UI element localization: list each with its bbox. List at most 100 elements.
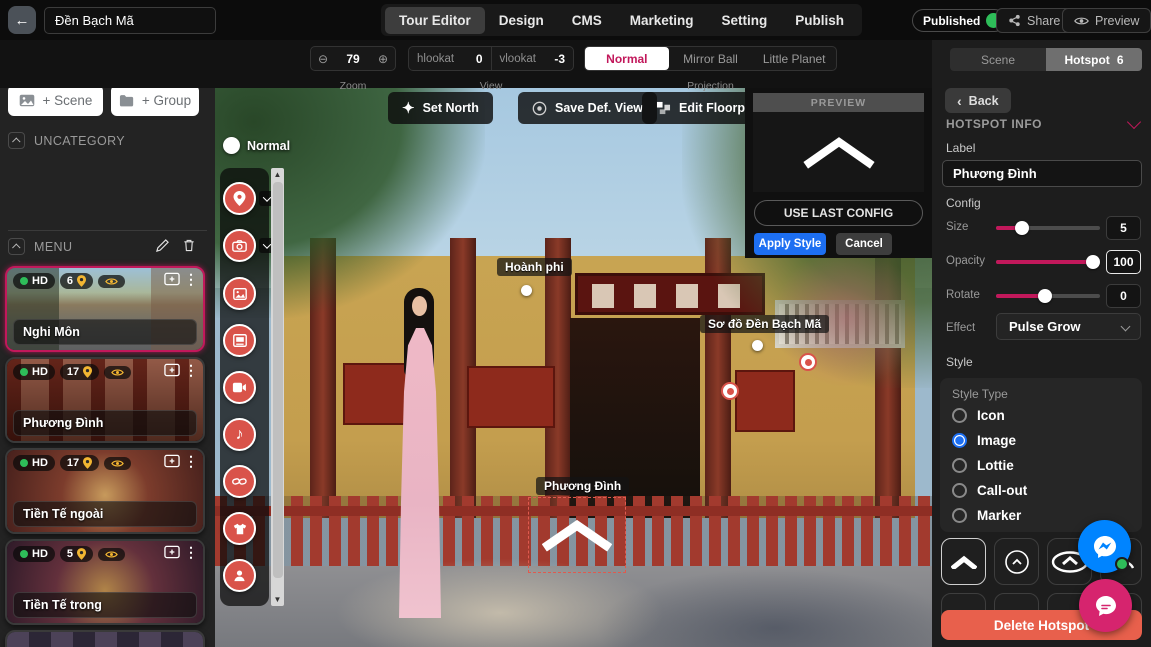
zoom-out-icon[interactable]: ⊖ — [311, 52, 335, 66]
projection-mirror-ball[interactable]: Mirror Ball — [669, 47, 753, 70]
hotspot-dot[interactable] — [752, 340, 763, 351]
chat-bubble-icon — [1092, 592, 1120, 620]
rotate-slider[interactable] — [996, 294, 1100, 298]
tab-setting[interactable]: Setting — [708, 7, 782, 34]
scene-card-partial[interactable] — [5, 630, 205, 647]
published-toggle[interactable]: Published — [912, 9, 1006, 32]
tab-scene[interactable]: Scene — [950, 48, 1046, 71]
tab-tour-editor[interactable]: Tour Editor — [385, 7, 485, 34]
set-cover-icon[interactable] — [164, 363, 180, 377]
scrollbar-thumb[interactable] — [273, 182, 283, 578]
set-cover-icon[interactable] — [164, 454, 180, 468]
hotspot-tool-location[interactable] — [223, 182, 256, 215]
scene-card-nghi-mon[interactable]: HD 6 ⋮ Nghi Môn — [5, 266, 205, 352]
effect-dropdown[interactable]: Pulse Grow — [996, 313, 1141, 340]
apply-style-button[interactable]: Apply Style — [754, 233, 826, 255]
image-hotspot[interactable] — [721, 382, 739, 400]
status-dot-icon — [20, 277, 28, 285]
hotspot-label-so-do[interactable]: Sơ đồ Đền Bạch Mã — [700, 315, 829, 333]
eye-icon — [105, 550, 118, 559]
opacity-value-input[interactable] — [1106, 250, 1141, 274]
tab-design[interactable]: Design — [485, 7, 558, 34]
tab-marketing[interactable]: Marketing — [616, 7, 708, 34]
hotspot-tool-link[interactable] — [223, 465, 256, 498]
size-slider[interactable] — [996, 226, 1100, 230]
set-cover-icon[interactable] — [164, 545, 180, 559]
collapse-uncategory-icon[interactable] — [8, 132, 25, 149]
hotspot-label-input[interactable] — [942, 160, 1142, 187]
collapse-menu-icon[interactable] — [8, 238, 25, 255]
edit-menu-icon[interactable] — [156, 239, 169, 255]
visibility-badge[interactable] — [98, 548, 125, 561]
visibility-badge[interactable] — [98, 275, 125, 288]
hotspot-label-hoanh-phi[interactable]: Hoành phi — [497, 258, 572, 276]
set-north-button[interactable]: ✦ Set North — [388, 92, 493, 124]
tab-cms[interactable]: CMS — [558, 7, 616, 34]
hotspot-tool-scene[interactable] — [223, 229, 256, 262]
add-group-button[interactable]: + Group — [111, 85, 199, 116]
radio-marker[interactable]: Marker — [952, 508, 1021, 523]
opacity-slider[interactable] — [996, 260, 1100, 264]
scene-card-tien-te-trong[interactable]: HD 5 ⋮ Tiền Tế trong — [5, 539, 205, 625]
share-button[interactable]: Share — [996, 8, 1072, 33]
visibility-badge[interactable] — [104, 366, 131, 379]
back-button[interactable]: ‹Back — [945, 88, 1011, 113]
selected-hotspot-box[interactable] — [528, 497, 626, 573]
style-chevron-bold[interactable] — [941, 538, 986, 585]
more-options-icon[interactable]: ⋮ — [184, 545, 198, 559]
eye-icon — [111, 459, 124, 468]
image-hotspot[interactable] — [799, 353, 817, 371]
vlookat-field[interactable]: vlookat -3 — [491, 47, 574, 70]
scene-card-phuong-dinh[interactable]: HD 17 ⋮ Phương Đình — [5, 357, 205, 443]
pin-icon — [83, 457, 92, 469]
use-last-config-button[interactable]: USE LAST CONFIG — [754, 200, 923, 226]
more-options-icon[interactable]: ⋮ — [184, 363, 198, 377]
slider-thumb[interactable] — [1086, 255, 1100, 269]
hlookat-field[interactable]: hlookat 0 — [409, 47, 491, 70]
delete-menu-icon[interactable] — [183, 239, 195, 255]
projection-little-planet[interactable]: Little Planet — [752, 47, 836, 70]
projection-normal[interactable]: Normal — [585, 47, 669, 70]
preview-button[interactable]: Preview — [1062, 8, 1151, 33]
style-chevron-circle[interactable] — [994, 538, 1039, 585]
radio-icon[interactable]: Icon — [952, 408, 1005, 423]
tour-title-input[interactable] — [44, 7, 216, 34]
slider-thumb[interactable] — [1015, 221, 1029, 235]
hotspot-tool-product[interactable] — [223, 512, 256, 545]
tab-hotspot[interactable]: Hotspot6 — [1046, 48, 1142, 71]
add-scene-button[interactable]: + Scene — [8, 85, 103, 116]
radio-call-out[interactable]: Call-out — [952, 483, 1027, 498]
hotspot-tool-contact[interactable] — [223, 559, 256, 592]
hotspot-tool-image[interactable] — [223, 277, 256, 310]
projection-control: Normal Mirror Ball Little Planet Project… — [584, 46, 837, 71]
save-default-view-button[interactable]: Save Def. View — [518, 92, 657, 124]
cancel-button[interactable]: Cancel — [836, 233, 892, 255]
slider-thumb[interactable] — [1038, 289, 1052, 303]
size-value-input[interactable] — [1106, 216, 1141, 240]
hotspot-tool-video[interactable] — [223, 371, 256, 404]
hotspot-dot[interactable] — [521, 285, 532, 296]
more-options-icon[interactable]: ⋮ — [184, 454, 198, 468]
hotspot-count: 6 — [1117, 53, 1124, 67]
toolbar-scrollbar[interactable]: ▲ ▼ — [271, 168, 284, 606]
more-options-icon[interactable]: ⋮ — [184, 272, 198, 286]
visibility-badge[interactable] — [104, 457, 131, 470]
scroll-up-icon[interactable]: ▲ — [271, 170, 284, 179]
scene-card-actions: ⋮ — [164, 454, 198, 468]
zoom-in-icon[interactable]: ⊕ — [371, 52, 395, 66]
collapse-section-icon[interactable] — [1127, 115, 1141, 129]
hotspot-tool-audio[interactable]: ♪ — [223, 418, 256, 451]
hotspot-label-phuong-dinh[interactable]: Phương Đình — [536, 477, 629, 495]
tab-publish[interactable]: Publish — [781, 7, 858, 34]
hotspot-tool-card[interactable] — [223, 324, 256, 357]
rotate-value-input[interactable] — [1106, 284, 1141, 308]
back-arrow-button[interactable]: ← — [8, 6, 36, 34]
chat-widget-bubble[interactable] — [1079, 579, 1132, 632]
scene-card-tien-te-ngoai[interactable]: HD 17 ⋮ Tiền Tế ngoài — [5, 448, 205, 534]
radio-image[interactable]: Image — [952, 433, 1016, 448]
set-cover-icon[interactable] — [164, 272, 180, 286]
scroll-down-icon[interactable]: ▼ — [271, 595, 284, 604]
messenger-chat-bubble[interactable] — [1078, 520, 1131, 573]
projection-mode-chip[interactable]: Normal — [223, 137, 290, 154]
radio-lottie[interactable]: Lottie — [952, 458, 1014, 473]
